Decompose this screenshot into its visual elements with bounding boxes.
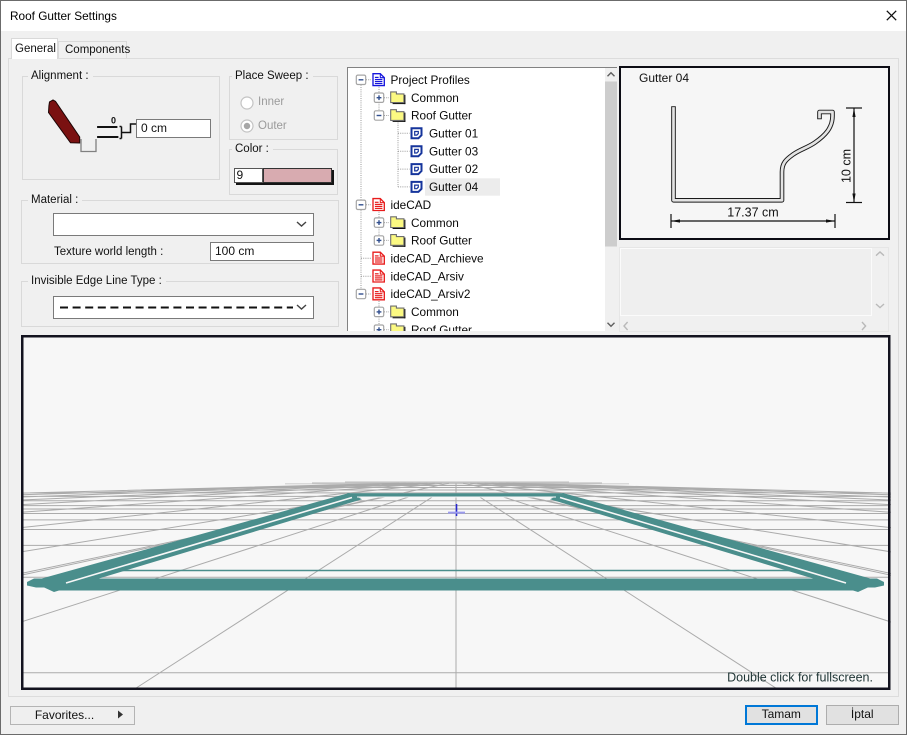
- svg-text:Gutter 03: Gutter 03: [429, 144, 479, 158]
- svg-text:Gutter 01: Gutter 01: [429, 126, 478, 140]
- svg-text:10 cm: 10 cm: [840, 149, 854, 183]
- svg-text:Roof Gutter: Roof Gutter: [411, 108, 472, 122]
- svg-text:Gutter 04: Gutter 04: [639, 71, 689, 85]
- svg-text:0: 0: [111, 116, 116, 126]
- svg-text:ideCAD_Arsiv2: ideCAD_Arsiv2: [390, 287, 470, 301]
- svg-text:ideCAD_Arsiv: ideCAD_Arsiv: [390, 269, 464, 283]
- svg-text:Gutter 02: Gutter 02: [429, 162, 478, 176]
- svg-text:Common: Common: [411, 215, 459, 229]
- svg-text:17.37 cm: 17.37 cm: [727, 206, 778, 220]
- svg-text:ideCAD_Archieve: ideCAD_Archieve: [390, 251, 484, 265]
- svg-text:Double click for fullscreen.: Double click for fullscreen.: [727, 671, 873, 685]
- svg-text:Common: Common: [411, 90, 459, 104]
- svg-text:Gutter 04: Gutter 04: [429, 180, 479, 194]
- svg-text:Common: Common: [411, 305, 459, 319]
- svg-text:Roof Gutter: Roof Gutter: [411, 322, 472, 330]
- svg-text:Roof Gutter: Roof Gutter: [411, 233, 472, 247]
- svg-text:ideCAD: ideCAD: [390, 197, 431, 211]
- svg-text:Project Profiles: Project Profiles: [390, 73, 469, 87]
